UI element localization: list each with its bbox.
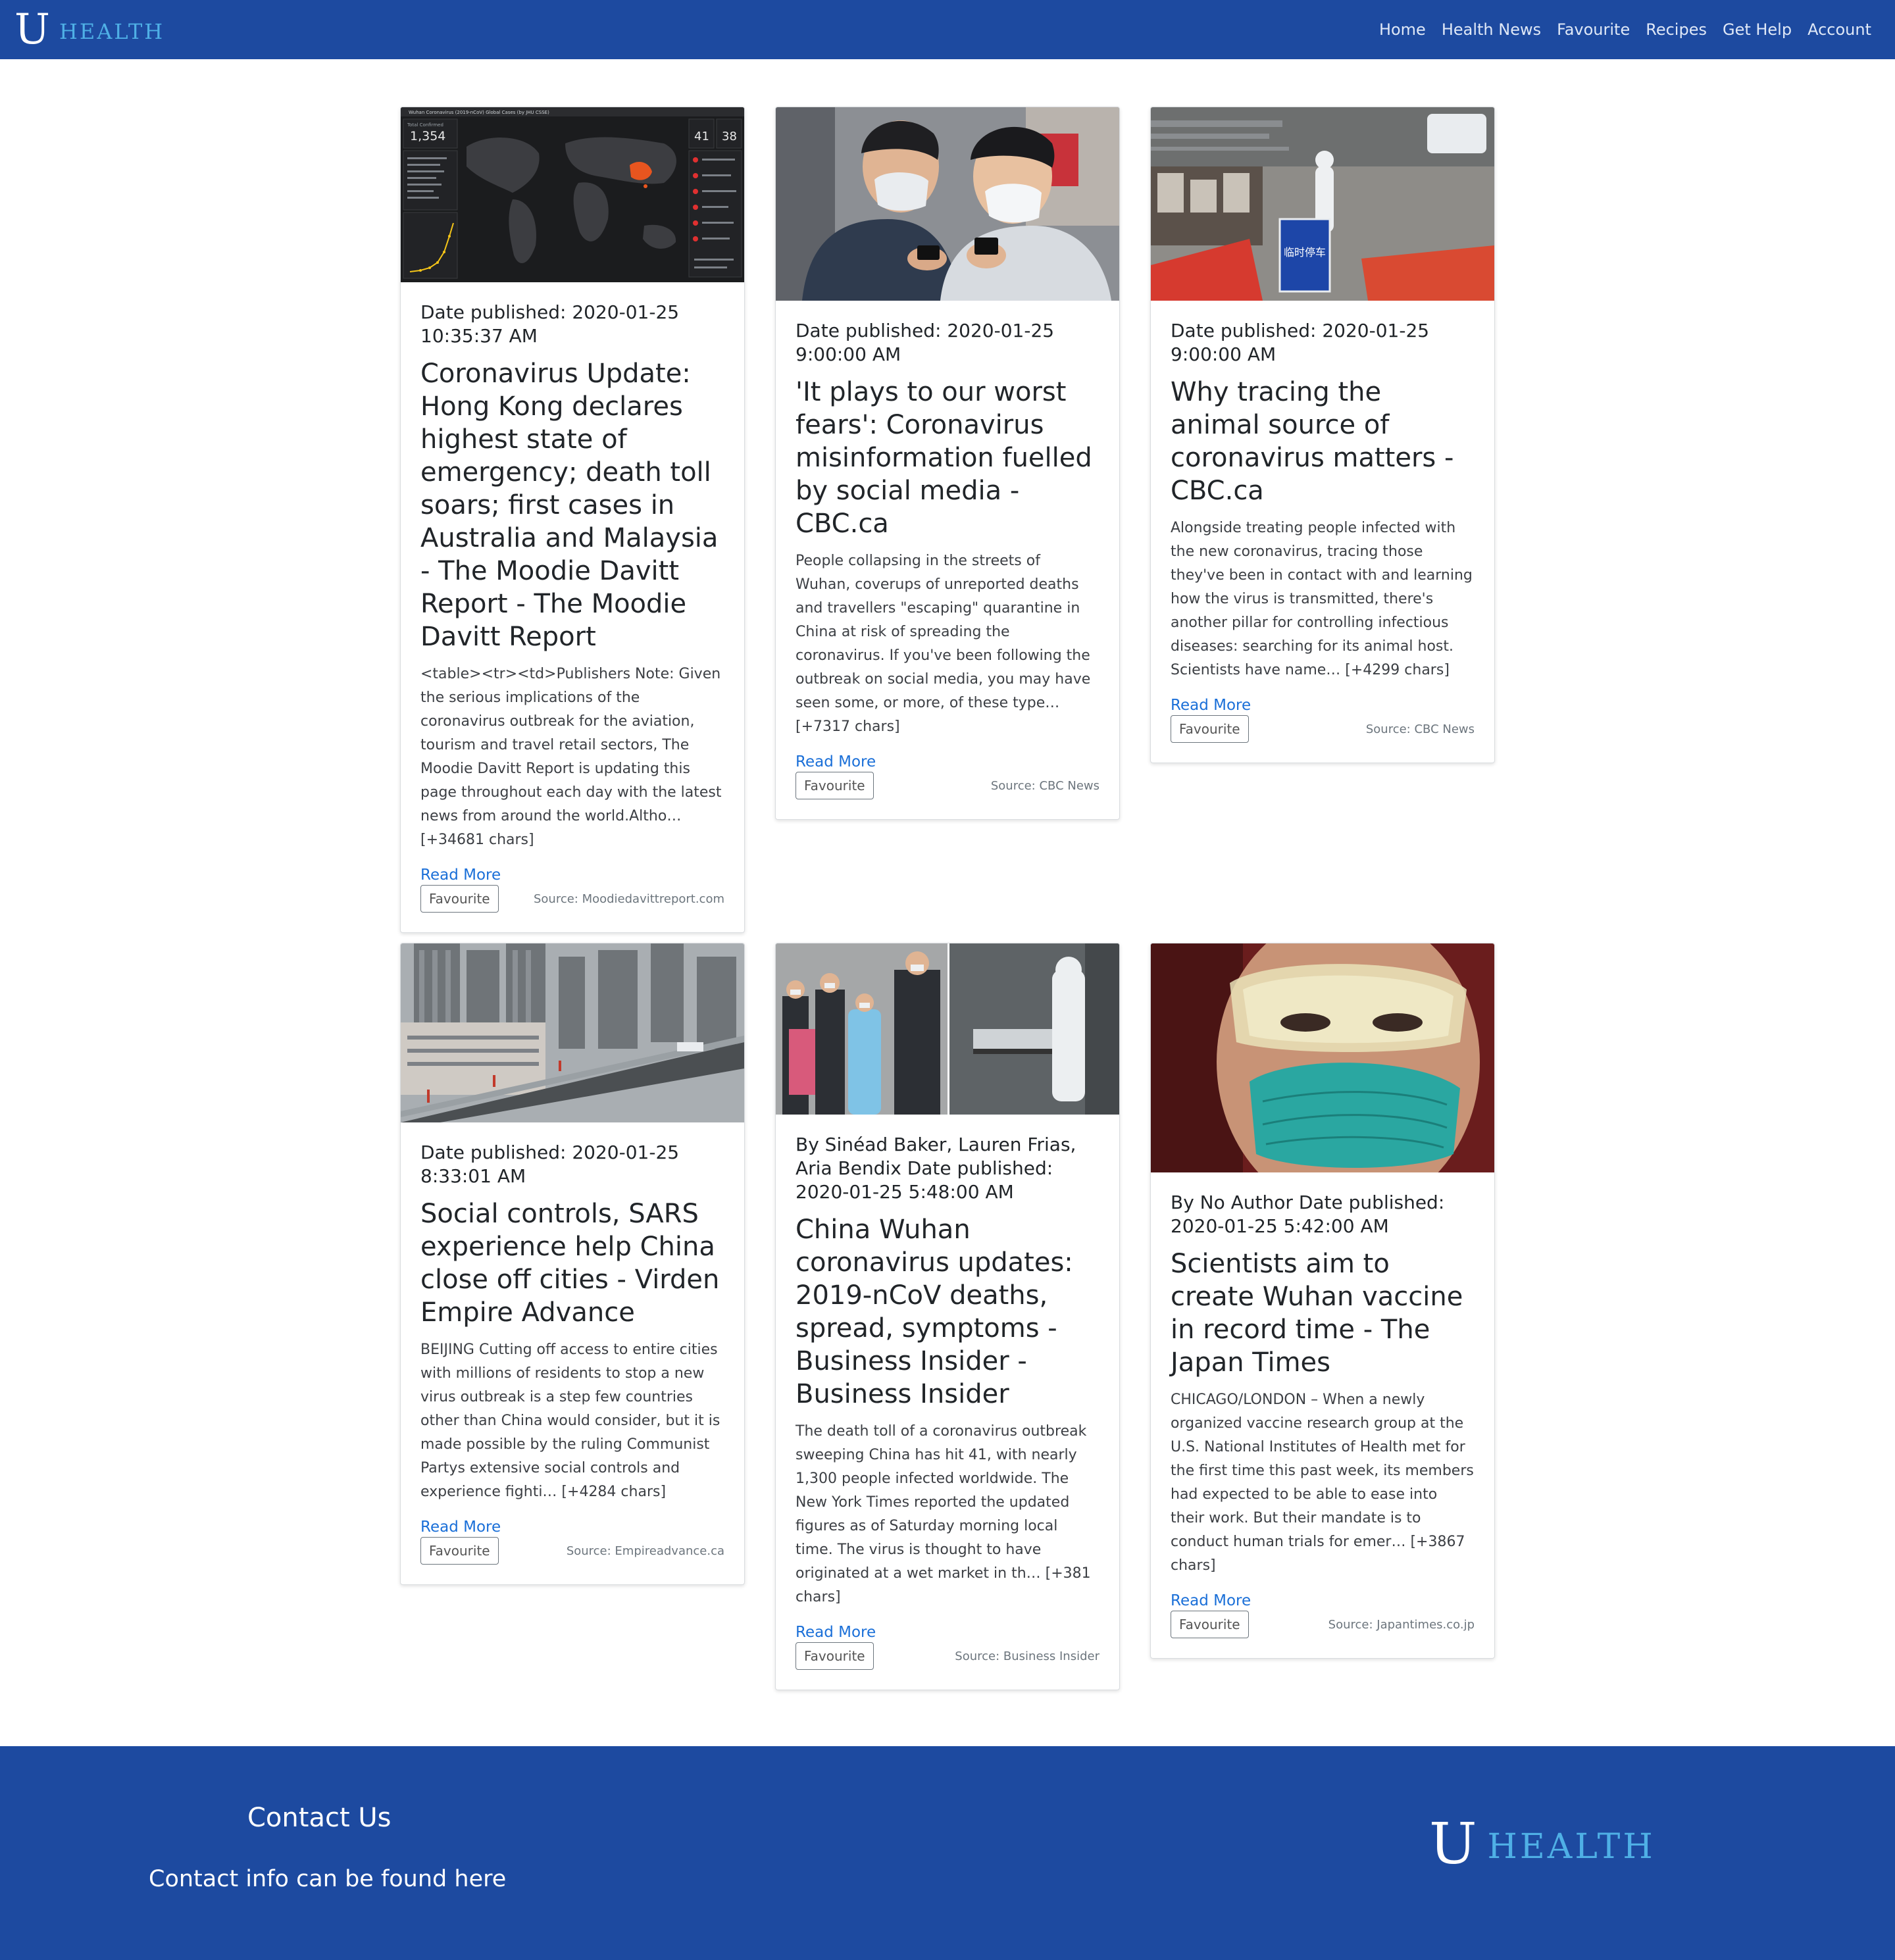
card-footer: Favourite Source: Moodiedavittreport.com	[420, 885, 724, 913]
brand-logo[interactable]: U HEALTH	[14, 5, 164, 54]
article-source: Source: Japantimes.co.jp	[1328, 1617, 1475, 1632]
article-meta: Date published: 2020-01-25 9:00:00 AM	[1171, 320, 1430, 365]
article-source: Source: Empireadvance.ca	[566, 1544, 724, 1558]
brand-letter: U	[14, 5, 50, 54]
article-title: Coronavirus Update: Hong Kong declares h…	[420, 359, 719, 652]
card-footer: Favourite Source: Japantimes.co.jp	[1171, 1611, 1475, 1638]
read-more-link[interactable]: Read More	[420, 1519, 501, 1536]
article-meta: Date published: 2020-01-25 10:35:37 AM	[420, 301, 680, 347]
nav-link-favourite[interactable]: Favourite	[1557, 20, 1630, 39]
article-image-people-phones	[776, 107, 1119, 301]
nav-link-account[interactable]: Account	[1807, 20, 1871, 39]
read-more-link[interactable]: Read More	[1171, 697, 1251, 714]
nav-link-recipes[interactable]: Recipes	[1646, 20, 1707, 39]
navbar: U HEALTH Home Health News Favourite Reci…	[0, 0, 1895, 59]
article-image-market-street: 临时停车	[1151, 107, 1494, 301]
svg-text:38: 38	[722, 130, 737, 143]
brand-letter: U	[1429, 1811, 1477, 1877]
article-description: Alongside treating people infected with …	[1171, 520, 1473, 678]
card-footer: Favourite Source: Business Insider	[796, 1642, 1099, 1670]
article-image-city-highway	[401, 943, 744, 1122]
news-card: Date published: 2020-01-25 8:33:01 AM So…	[400, 943, 745, 1585]
nav-links: Home Health News Favourite Recipes Get H…	[1363, 0, 1871, 59]
card-footer: Favourite Source: CBC News	[1171, 715, 1475, 743]
favourite-button[interactable]: Favourite	[1171, 715, 1249, 743]
article-image-mask-goggles	[1151, 943, 1494, 1172]
news-card: 临时停车 Date published: 2020-01-25 9:00:00 …	[1150, 107, 1495, 763]
article-description: The death toll of a coronavirus outbreak…	[796, 1423, 1091, 1605]
article-image-station-travellers	[776, 943, 1119, 1115]
brand-name: HEALTH	[59, 19, 165, 44]
article-title: China Wuhan coronavirus updates: 2019-nC…	[796, 1215, 1073, 1409]
article-title: 'It plays to our worst fears': Coronavir…	[796, 377, 1092, 539]
article-image-case-map: Wuhan Coronavirus (2019-nCoV) Global Cas…	[401, 107, 744, 282]
contact-title: Contact Us	[247, 1803, 392, 1833]
favourite-button[interactable]: Favourite	[1171, 1611, 1249, 1638]
article-description: <table><tr><td>Publishers Note: Given th…	[420, 666, 722, 848]
article-description: People collapsing in the streets of Wuha…	[796, 553, 1091, 735]
read-more-link[interactable]: Read More	[420, 867, 501, 884]
card-footer: Favourite Source: CBC News	[796, 772, 1099, 799]
read-more-link[interactable]: Read More	[1171, 1592, 1251, 1609]
contact-info[interactable]: Contact info can be found here	[149, 1866, 506, 1892]
article-description: CHICAGO/LONDON – When a newly organized …	[1171, 1392, 1474, 1574]
article-meta: Date published: 2020-01-25 8:33:01 AM	[420, 1142, 680, 1187]
nav-link-get-help[interactable]: Get Help	[1723, 20, 1792, 39]
card-footer: Favourite Source: Empireadvance.ca	[420, 1537, 724, 1565]
favourite-button[interactable]: Favourite	[796, 772, 874, 799]
map-header-text: Wuhan Coronavirus (2019-nCoV) Global Cas…	[409, 110, 549, 115]
news-card: Wuhan Coronavirus (2019-nCoV) Global Cas…	[400, 107, 745, 933]
article-meta: By Sinéad Baker, Lauren Frias, Aria Bend…	[796, 1134, 1076, 1203]
brand-name: HEALTH	[1487, 1827, 1655, 1867]
article-title: Scientists aim to create Wuhan vaccine i…	[1171, 1249, 1463, 1378]
confirmed-count: 1,354	[410, 129, 445, 143]
article-title: Social controls, SARS experience help Ch…	[420, 1199, 720, 1328]
article-description: BEIJING Cutting off access to entire cit…	[420, 1342, 720, 1500]
favourite-button[interactable]: Favourite	[796, 1642, 874, 1670]
svg-text:Total Confirmed: Total Confirmed	[407, 122, 443, 128]
article-source: Source: Business Insider	[955, 1649, 1099, 1663]
favourite-button[interactable]: Favourite	[420, 1537, 499, 1565]
news-card: By No Author Date published: 2020-01-25 …	[1150, 943, 1495, 1659]
news-card: By Sinéad Baker, Lauren Frias, Aria Bend…	[775, 943, 1120, 1690]
article-meta: Date published: 2020-01-25 9:00:00 AM	[796, 320, 1055, 365]
article-meta: By No Author Date published: 2020-01-25 …	[1171, 1192, 1445, 1237]
article-source: Source: Moodiedavittreport.com	[533, 892, 724, 906]
nav-link-health-news[interactable]: Health News	[1442, 20, 1541, 39]
article-source: Source: CBC News	[990, 778, 1099, 793]
read-more-link[interactable]: Read More	[796, 753, 876, 770]
read-more-link[interactable]: Read More	[796, 1624, 876, 1641]
article-title: Why tracing the animal source of coronav…	[1171, 377, 1454, 506]
favourite-button[interactable]: Favourite	[420, 885, 499, 913]
sign-text: 临时停车	[1284, 246, 1326, 259]
article-source: Source: CBC News	[1365, 722, 1475, 736]
footer: Contact Us Contact info can be found her…	[0, 1746, 1895, 1960]
footer-brand-logo: U HEALTH	[1429, 1816, 1655, 1872]
news-card: Date published: 2020-01-25 9:00:00 AM 'I…	[775, 107, 1120, 820]
nav-link-home[interactable]: Home	[1379, 20, 1426, 39]
svg-text:41: 41	[694, 130, 709, 143]
